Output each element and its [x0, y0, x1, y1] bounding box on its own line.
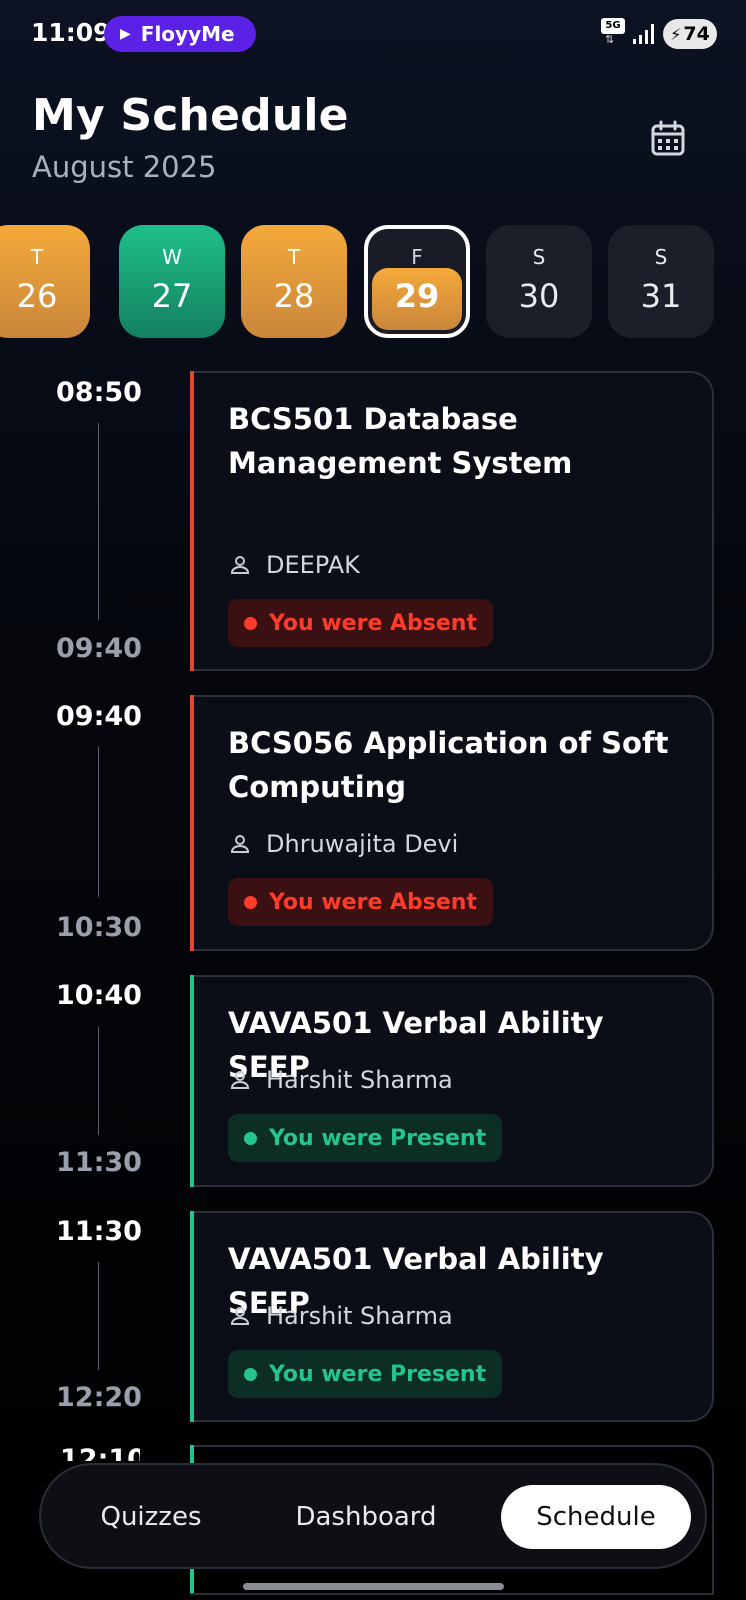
status-time: 11:09: [31, 18, 111, 47]
month-label: August 2025: [32, 150, 217, 184]
status-dot-icon: [244, 616, 257, 630]
person-icon: [230, 1307, 250, 1325]
timeline-divider: [98, 1027, 99, 1135]
day-of-week: T: [287, 245, 301, 269]
home-indicator[interactable]: [243, 1583, 504, 1590]
class-start-time: 08:50: [56, 377, 142, 408]
status-bar-accent: [190, 695, 194, 951]
signal-icon: [633, 24, 655, 44]
class-start-time: 10:40: [56, 980, 142, 1011]
person-icon: [230, 835, 250, 853]
attendance-status: You were Absent: [269, 610, 477, 636]
day-27[interactable]: W 27: [119, 225, 225, 338]
calendar-button[interactable]: [645, 117, 691, 163]
class-end-time: 11:30: [56, 1147, 142, 1178]
nav-dashboard[interactable]: Dashboard: [271, 1485, 461, 1549]
day-28[interactable]: T 28: [241, 225, 347, 338]
day-31[interactable]: S 31: [608, 225, 714, 338]
charging-icon: ⚡: [670, 24, 682, 44]
day-number: 27: [151, 277, 193, 315]
teacher-name: Harshit Sharma: [266, 1066, 453, 1094]
media-label: FloyyMe: [140, 22, 235, 46]
class-start-time: 11:30: [56, 1216, 142, 1247]
attendance-status: You were Present: [269, 1361, 487, 1387]
attendance-status-badge: You were Present: [228, 1350, 503, 1398]
day-number: 31: [640, 277, 682, 315]
class-card[interactable]: VAVA501 Verbal Ability SEEP Harshit Shar…: [190, 975, 714, 1187]
day-of-week: T: [30, 245, 44, 269]
person-icon: [230, 556, 250, 574]
teacher-name: Dhruwajita Devi: [266, 830, 459, 858]
day-of-week: W: [162, 245, 182, 269]
course-title: BCS501 Database Management System: [228, 402, 573, 480]
status-bar-accent: [190, 975, 194, 1187]
teacher-row: Harshit Sharma: [228, 1066, 453, 1094]
class-start-time-partial: 12:10: [60, 1445, 140, 1461]
play-icon: ▶: [120, 26, 131, 42]
status-dot-icon: [244, 1131, 257, 1145]
class-end-time: 10:30: [56, 912, 142, 943]
network-icon: 5G ⇅: [601, 18, 625, 46]
class-card[interactable]: BCS056 Application of Soft Computing Dhr…: [190, 695, 714, 951]
course-title: BCS056 Application of Soft Computing: [228, 726, 669, 804]
class-end-time: 09:40: [56, 633, 142, 664]
status-bar-accent: [190, 371, 194, 671]
day-29-selected[interactable]: F 29: [364, 225, 470, 338]
attendance-status: You were Absent: [269, 889, 477, 915]
battery-indicator: ⚡ 74: [663, 19, 717, 49]
attendance-status: You were Present: [269, 1125, 487, 1151]
nav-quizzes[interactable]: Quizzes: [71, 1485, 231, 1549]
day-number: 29: [394, 277, 440, 315]
attendance-status-badge: You were Absent: [228, 878, 493, 926]
status-bar-accent: [190, 1211, 194, 1422]
teacher-name: DEEPAK: [266, 551, 360, 579]
calendar-icon: [651, 120, 685, 156]
class-card[interactable]: BCS501 Database Management System DEEPAK…: [190, 371, 714, 671]
class-end-time: 12:20: [56, 1382, 142, 1413]
page-title: My Schedule: [32, 90, 349, 141]
teacher-name: Harshit Sharma: [266, 1302, 453, 1330]
day-of-week: S: [532, 245, 546, 269]
attendance-status-badge: You were Present: [228, 1114, 503, 1162]
timeline-divider: [98, 747, 99, 897]
battery-level: 74: [683, 23, 710, 45]
timeline-divider: [98, 423, 99, 620]
day-number: 26: [16, 277, 58, 315]
media-notification-pill[interactable]: ▶ FloyyMe: [104, 16, 256, 52]
person-icon: [230, 1071, 250, 1089]
status-dot-icon: [244, 1367, 257, 1381]
attendance-status-badge: You were Absent: [228, 599, 493, 647]
bottom-nav: Quizzes Dashboard Schedule: [39, 1463, 707, 1569]
day-of-week: S: [654, 245, 668, 269]
status-dot-icon: [244, 895, 257, 909]
day-number: 30: [518, 277, 560, 315]
teacher-row: Harshit Sharma: [228, 1302, 453, 1330]
class-card[interactable]: VAVA501 Verbal Ability SEEP Harshit Shar…: [190, 1211, 714, 1422]
day-30[interactable]: S 30: [486, 225, 592, 338]
status-bar: 11:09 ▶ FloyyMe 5G ⇅ ⚡ 74: [0, 0, 746, 70]
day-of-week: F: [411, 245, 423, 269]
teacher-row: Dhruwajita Devi: [228, 830, 458, 858]
teacher-row: DEEPAK: [228, 551, 360, 579]
timeline-divider: [98, 1262, 99, 1370]
day-number: 28: [273, 277, 315, 315]
nav-schedule[interactable]: Schedule: [501, 1485, 691, 1549]
day-26[interactable]: T 26: [0, 225, 90, 338]
class-start-time: 09:40: [56, 701, 142, 732]
